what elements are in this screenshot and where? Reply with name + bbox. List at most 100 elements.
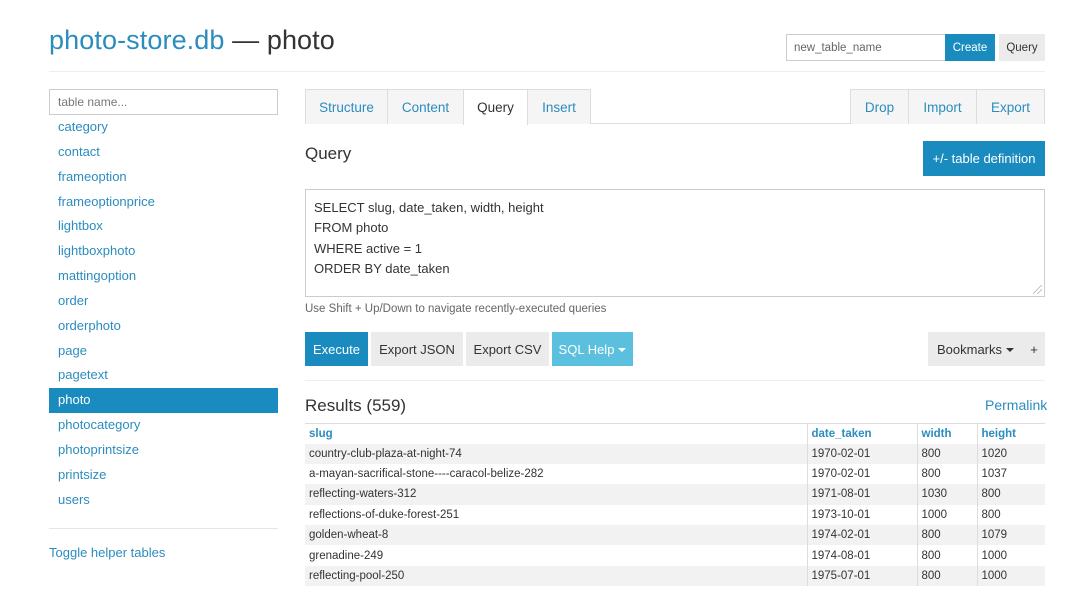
bookmarks-label: Bookmarks xyxy=(936,341,1003,357)
sidebar-item-frameoption[interactable]: frameoption xyxy=(49,165,278,190)
sidebar-item-frameoptionprice[interactable]: frameoptionprice xyxy=(49,190,278,215)
current-table-name: photo xyxy=(266,25,335,55)
sql-line: ORDER BY date_taken xyxy=(314,260,450,276)
bookmarks-dropdown-button[interactable]: Bookmarks xyxy=(928,332,1023,366)
sidebar-item-photocategory[interactable]: photocategory xyxy=(49,413,278,438)
query-heading: Query xyxy=(305,144,352,163)
tab-export[interactable]: Export xyxy=(976,89,1045,124)
column-header-date-taken[interactable]: date_taken xyxy=(806,423,917,444)
sidebar-item-printsize[interactable]: printsize xyxy=(49,463,278,488)
sidebar-item-pagetext[interactable]: pagetext xyxy=(49,363,278,388)
create-button[interactable]: Create xyxy=(945,34,995,61)
cell-slug: golden-wheat-8 xyxy=(305,525,807,546)
resize-handle-icon[interactable] xyxy=(1033,285,1042,294)
sidebar-item-lightboxphoto[interactable]: lightboxphoto xyxy=(49,239,278,264)
cell-width: 800 xyxy=(916,463,977,485)
cell-slug: a-mayan-sacrifical-stone----caracol-beli… xyxy=(309,468,544,481)
column-header-width[interactable]: width xyxy=(916,423,977,444)
toggle-helper-tables-link[interactable]: Toggle helper tables xyxy=(49,545,165,560)
sidebar-item-order[interactable]: order xyxy=(49,289,278,314)
results-table: slug date_taken width height country-clu… xyxy=(305,423,1045,587)
cell-height: 1000 xyxy=(976,565,1045,587)
tab-insert[interactable]: Insert xyxy=(527,89,591,124)
cell-width: 800 xyxy=(916,525,977,546)
table-filter-input[interactable] xyxy=(49,89,278,115)
results-header-row: slug date_taken width height xyxy=(305,423,1045,444)
table-row: reflecting-waters-312 1971-08-01 1030 800 xyxy=(305,484,1045,505)
cell-height: 1037 xyxy=(976,463,1045,485)
header-divider xyxy=(49,71,1045,72)
table-list: category contact frameoption frameoptionpri… xyxy=(49,115,278,513)
tab-bar: Structure Content Query Insert Drop Impo… xyxy=(305,89,1045,125)
table-row: golden-wheat-8 1974-02-01 800 1079 xyxy=(305,525,1045,546)
tab-structure[interactable]: Structure xyxy=(305,89,388,124)
cell-width: 1000 xyxy=(916,504,977,526)
sql-line: FROM photo xyxy=(314,220,389,236)
cell-height: 1000 xyxy=(976,545,1045,566)
cell-slug: country-club-plaza-at-night-74 xyxy=(305,443,807,464)
export-json-button[interactable]: Export JSON xyxy=(371,332,463,366)
tab-drop[interactable]: Drop xyxy=(850,89,909,124)
cell-height: 800 xyxy=(976,504,1045,526)
export-csv-button[interactable]: Export CSV xyxy=(466,332,549,366)
sidebar-item-mattingoption[interactable]: mattingoption xyxy=(49,264,278,289)
cell-slug: reflecting-waters-312 xyxy=(305,484,807,505)
cell-slug: reflections-of-duke-forest-251 xyxy=(309,508,460,521)
tab-content[interactable]: Content xyxy=(387,89,464,124)
caret-down-icon xyxy=(1006,348,1015,353)
add-bookmark-button[interactable]: + xyxy=(1023,332,1045,366)
table-row: a-mayan-sacrifical-stone----caracol-beli… xyxy=(305,463,1045,485)
cell-date-taken: 1974-02-01 xyxy=(806,525,917,546)
cell-date-taken: 1970-02-01 xyxy=(806,463,917,485)
new-table-name-input[interactable] xyxy=(786,34,945,61)
sidebar-divider xyxy=(49,528,278,529)
table-row: country-club-plaza-at-night-74 1970-02-01… xyxy=(305,443,1045,464)
cell-date-taken: 1971-08-01 xyxy=(806,484,917,505)
cell-date-taken: 1975-07-01 xyxy=(806,565,917,587)
sql-help-dropdown-button[interactable]: SQL Help xyxy=(552,332,633,366)
cell-date-taken: 1970-02-01 xyxy=(806,443,917,464)
table-row: reflections-of-duke-forest-251 1973-10-01… xyxy=(305,504,1045,526)
sidebar-item-orderphoto[interactable]: orderphoto xyxy=(49,314,278,339)
execute-button[interactable]: Execute xyxy=(305,332,368,366)
sidebar-item-category[interactable]: category xyxy=(49,115,278,140)
cell-height: 1079 xyxy=(976,525,1045,546)
sidebar-item-page[interactable]: page xyxy=(49,339,278,364)
results-heading: Results (559) xyxy=(305,396,407,415)
cell-date-taken: 1974-08-01 xyxy=(806,545,917,566)
caret-down-icon xyxy=(618,348,627,353)
table-definition-toggle-button[interactable]: +/- table definition xyxy=(923,141,1045,176)
column-header-slug[interactable]: slug xyxy=(305,423,807,444)
cell-slug: reflecting-pool-250 xyxy=(305,565,807,587)
cell-height: 800 xyxy=(976,484,1045,505)
sql-hint-text: Use Shift + Up/Down to navigate recently… xyxy=(305,303,607,315)
tab-query[interactable]: Query xyxy=(463,89,528,125)
cell-height: 1020 xyxy=(976,443,1045,464)
sql-line: WHERE active = 1 xyxy=(314,240,423,256)
sql-line: SELECT slug, date_taken, width, height xyxy=(314,200,544,215)
column-header-height[interactable]: height xyxy=(976,423,1045,444)
cell-slug: grenadine-249 xyxy=(309,549,384,562)
cell-date-taken: 1973-10-01 xyxy=(806,504,917,526)
sidebar-item-lightbox[interactable]: lightbox xyxy=(49,214,278,239)
page-title: photo-store.db — photo xyxy=(49,25,335,56)
table-row: grenadine-249 1974-08-01 800 1000 xyxy=(305,545,1045,566)
permalink-link[interactable]: Permalink xyxy=(985,397,1047,413)
title-separator: — xyxy=(224,25,267,55)
sidebar-item-users[interactable]: users xyxy=(49,488,278,513)
results-divider xyxy=(305,380,1045,381)
cell-width: 800 xyxy=(916,545,977,566)
sidebar-item-photoprintsize[interactable]: photoprintsize xyxy=(49,438,278,463)
table-row: reflecting-pool-250 1975-07-01 800 1000 xyxy=(305,565,1045,587)
cell-width: 1030 xyxy=(916,484,977,505)
cell-width: 800 xyxy=(916,565,977,587)
cell-width: 800 xyxy=(916,443,977,464)
sql-editor[interactable]: SELECT slug, date_taken, width, height F… xyxy=(305,189,1045,297)
sidebar-item-contact[interactable]: contact xyxy=(49,140,278,165)
sidebar-item-photo[interactable]: photo xyxy=(49,388,278,414)
create-table-form: Create Query xyxy=(786,34,1045,61)
query-button[interactable]: Query xyxy=(999,34,1045,61)
database-link[interactable]: photo-store.db xyxy=(49,25,225,55)
sql-help-label: SQL Help xyxy=(558,341,615,357)
tab-import[interactable]: Import xyxy=(908,89,977,124)
